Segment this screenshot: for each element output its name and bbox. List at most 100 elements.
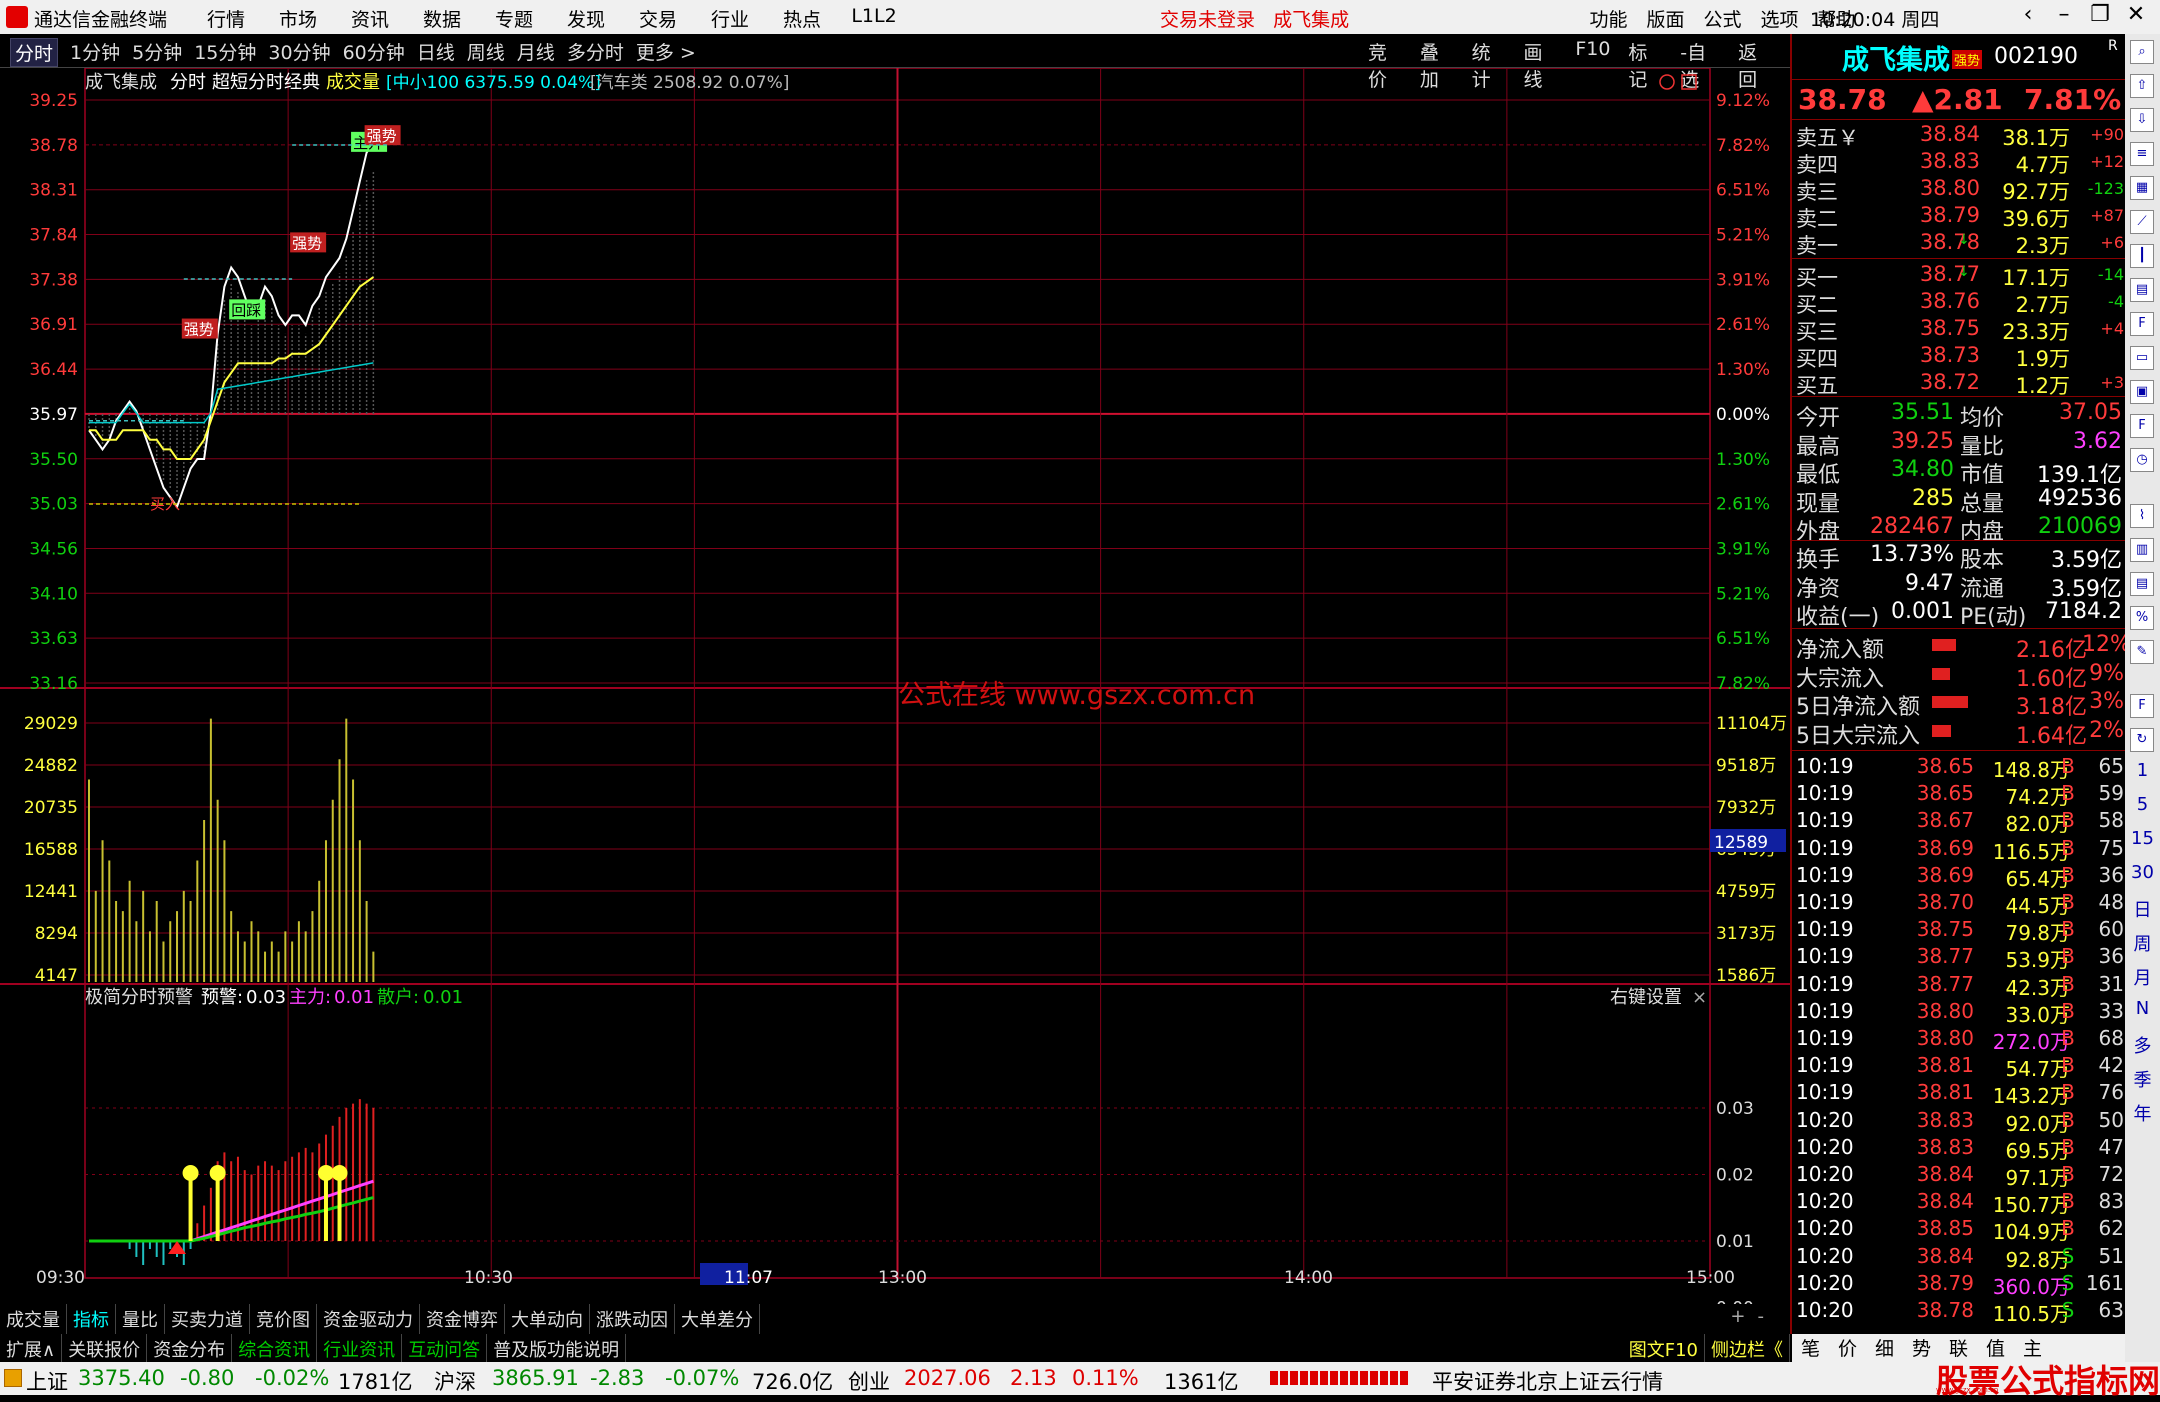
period-tab[interactable]: 15分钟 bbox=[194, 38, 256, 67]
menu-item[interactable]: 资讯 bbox=[334, 0, 406, 37]
indicator-tab[interactable]: 竞价图 bbox=[250, 1304, 317, 1334]
clock-icon[interactable]: ◷ bbox=[2130, 448, 2154, 472]
tick-row[interactable]: 10:19 38.65 148.8万 B 65 bbox=[1792, 754, 2127, 782]
period-tab[interactable]: 5分钟 bbox=[132, 38, 182, 67]
side-tab[interactable]: 笔 bbox=[1792, 1334, 1829, 1362]
menu-item[interactable]: L1L2 bbox=[838, 0, 910, 37]
indicator-tab[interactable]: 成交量 bbox=[0, 1304, 67, 1334]
menu-item[interactable]: 功能 bbox=[1580, 0, 1637, 37]
tick-row[interactable]: 10:19 38.81 143.2万 B 76 bbox=[1792, 1080, 2127, 1108]
orderbook-row[interactable]: 买四 38.73 1.9万 bbox=[1792, 343, 2127, 371]
menu-item[interactable]: 行业 bbox=[694, 0, 766, 37]
period-shortcut[interactable]: 15 bbox=[2125, 828, 2160, 849]
ladder-icon[interactable]: ▤ bbox=[2130, 572, 2154, 596]
orderbook-row[interactable]: 买二 38.76 2.7万 -4 bbox=[1792, 289, 2127, 317]
side-tab[interactable]: 细 bbox=[1866, 1334, 1903, 1362]
period-shortcut[interactable]: 季 bbox=[2125, 1066, 2160, 1092]
f10-icon[interactable]: F bbox=[2130, 312, 2154, 336]
index-name[interactable]: 沪深 bbox=[434, 1366, 476, 1396]
period-shortcut[interactable]: N bbox=[2125, 998, 2160, 1019]
sidebar-toggle[interactable]: 侧边栏《 bbox=[1705, 1334, 1790, 1362]
chart-icon[interactable]: ⌇ bbox=[2130, 504, 2154, 528]
tick-row[interactable]: 10:19 38.77 53.9万 B 36 bbox=[1792, 944, 2127, 972]
orderbook-row[interactable]: 卖三 38.80 92.7万 -123 bbox=[1792, 176, 2127, 204]
side-tab[interactable]: 势 bbox=[1903, 1334, 1940, 1362]
tick-row[interactable]: 10:19 38.69 116.5万 B 75 bbox=[1792, 836, 2127, 864]
period-tab[interactable]: 30分钟 bbox=[268, 38, 330, 67]
tick-row[interactable]: 10:19 38.81 54.7万 B 42 bbox=[1792, 1053, 2127, 1081]
indicator-close-icon[interactable]: × bbox=[1692, 987, 1707, 1008]
index-name[interactable]: 创业 bbox=[848, 1366, 890, 1396]
period-shortcut[interactable]: 年 bbox=[2125, 1100, 2160, 1126]
arrow-down-icon[interactable]: ⇩ bbox=[2130, 108, 2154, 132]
bar-chart-icon[interactable]: ▥ bbox=[2130, 538, 2154, 562]
period-tab[interactable]: 1分钟 bbox=[70, 38, 120, 67]
period-tab[interactable]: 日线 bbox=[417, 38, 455, 67]
calc-icon[interactable]: ▣ bbox=[2130, 380, 2154, 404]
orderbook-row[interactable]: 卖四 38.83 4.7万 +12 bbox=[1792, 149, 2127, 177]
ext-item[interactable]: 资金分布 bbox=[147, 1334, 233, 1362]
pen-icon[interactable]: ✎ bbox=[2130, 640, 2154, 664]
tick-row[interactable]: 10:19 38.80 33.0万 B 33 bbox=[1792, 999, 2127, 1027]
ext-item[interactable]: 行业资讯 bbox=[317, 1334, 403, 1362]
orderbook-row[interactable]: 卖五￥ 38.84 38.1万 +90 bbox=[1792, 122, 2127, 150]
chart-tool-icons[interactable] bbox=[1659, 74, 1697, 90]
period-shortcut[interactable]: 周 bbox=[2125, 930, 2160, 956]
tick-row[interactable]: 10:19 38.80 272.0万 B 68 bbox=[1792, 1026, 2127, 1054]
indicator-tab[interactable]: 大单动向 bbox=[505, 1304, 590, 1334]
period-tab[interactable]: 分时 bbox=[10, 38, 59, 67]
menu-item[interactable]: 发现 bbox=[550, 0, 622, 37]
candle-icon[interactable]: ┃ bbox=[2130, 244, 2154, 268]
tick-row[interactable]: 10:19 38.69 65.4万 B 36 bbox=[1792, 863, 2127, 891]
indicator-tab[interactable]: 涨跌动因 bbox=[590, 1304, 675, 1334]
orderbook-row[interactable]: 买一 38.77 ↓ 17.1万 -14 bbox=[1792, 262, 2127, 290]
period-tab[interactable]: 60分钟 bbox=[343, 38, 405, 67]
ext-item[interactable]: 扩展∧ bbox=[0, 1334, 63, 1362]
f5-icon[interactable]: F bbox=[2130, 694, 2154, 718]
close-icon[interactable]: ✕ bbox=[2118, 2, 2154, 27]
menu-item[interactable]: 版面 bbox=[1637, 0, 1694, 37]
ext-item[interactable]: 互动问答 bbox=[402, 1334, 488, 1362]
tick-row[interactable]: 10:20 38.85 104.9万 B 62 bbox=[1792, 1216, 2127, 1244]
orderbook-row[interactable]: 卖二 38.79 39.6万 +87 bbox=[1792, 203, 2127, 231]
tick-row[interactable]: 10:19 38.67 82.0万 B 58 bbox=[1792, 808, 2127, 836]
minimize-icon[interactable]: – bbox=[2046, 2, 2082, 27]
tick-row[interactable]: 10:19 38.70 44.5万 B 48 bbox=[1792, 890, 2127, 918]
menu-item[interactable]: 公式 bbox=[1694, 0, 1751, 37]
tick-row[interactable]: 10:19 38.77 42.3万 B 31 bbox=[1792, 972, 2127, 1000]
tick-row[interactable]: 10:20 38.84 150.7万 B 83 bbox=[1792, 1189, 2127, 1217]
back-icon[interactable]: ‹ bbox=[2010, 2, 2046, 27]
table-icon[interactable]: ▤ bbox=[2130, 278, 2154, 302]
indicator-settings[interactable]: 右键设置 bbox=[1610, 987, 1682, 1008]
menu-item[interactable]: 市场 bbox=[262, 0, 334, 37]
ext-item[interactable]: 关联报价 bbox=[62, 1334, 148, 1362]
list-icon[interactable]: ≡ bbox=[2130, 142, 2154, 166]
menu-item[interactable]: 专题 bbox=[478, 0, 550, 37]
plus-button[interactable]: + bbox=[1724, 1304, 1751, 1334]
tick-row[interactable]: 10:20 38.84 92.8万 S 51 bbox=[1792, 1244, 2127, 1272]
ext-item[interactable]: 综合资讯 bbox=[232, 1334, 318, 1362]
orderbook-row[interactable]: 卖一 38.78 ↓ 2.3万 +6 bbox=[1792, 230, 2127, 258]
search-icon[interactable]: ⌕ bbox=[2130, 40, 2154, 64]
indicator-tab[interactable]: 指标 bbox=[67, 1304, 116, 1334]
period-shortcut[interactable]: 月 bbox=[2125, 964, 2160, 990]
side-tab[interactable]: 价 bbox=[1829, 1334, 1866, 1362]
period-tab[interactable]: 周线 bbox=[467, 38, 505, 67]
period-tab[interactable]: 多分时 bbox=[567, 38, 624, 67]
tick-row[interactable]: 10:19 38.75 79.8万 B 60 bbox=[1792, 917, 2127, 945]
f10-link[interactable]: 图文F10 bbox=[1623, 1334, 1705, 1362]
doc-icon[interactable]: ▭ bbox=[2130, 346, 2154, 370]
tick-row[interactable]: 10:20 38.84 97.1万 B 72 bbox=[1792, 1162, 2127, 1190]
tick-row[interactable]: 10:20 38.83 92.0万 B 50 bbox=[1792, 1108, 2127, 1136]
percent-icon[interactable]: % bbox=[2130, 606, 2154, 630]
index-name[interactable]: 上证 bbox=[26, 1366, 68, 1396]
trade-login-notice[interactable]: 交易未登录 成飞集成 bbox=[1160, 5, 1349, 32]
ext-item[interactable]: 普及版功能说明 bbox=[487, 1334, 627, 1362]
menu-item[interactable]: 行情 bbox=[190, 0, 262, 37]
menu-item[interactable]: 选项 bbox=[1751, 0, 1808, 37]
minus-button[interactable]: - bbox=[1752, 1304, 1771, 1334]
menu-item[interactable]: 数据 bbox=[406, 0, 478, 37]
tick-row[interactable]: 10:20 38.83 69.5万 B 47 bbox=[1792, 1135, 2127, 1163]
f12-icon[interactable]: F bbox=[2130, 414, 2154, 438]
indicator-tab[interactable]: 资金博弈 bbox=[420, 1304, 505, 1334]
